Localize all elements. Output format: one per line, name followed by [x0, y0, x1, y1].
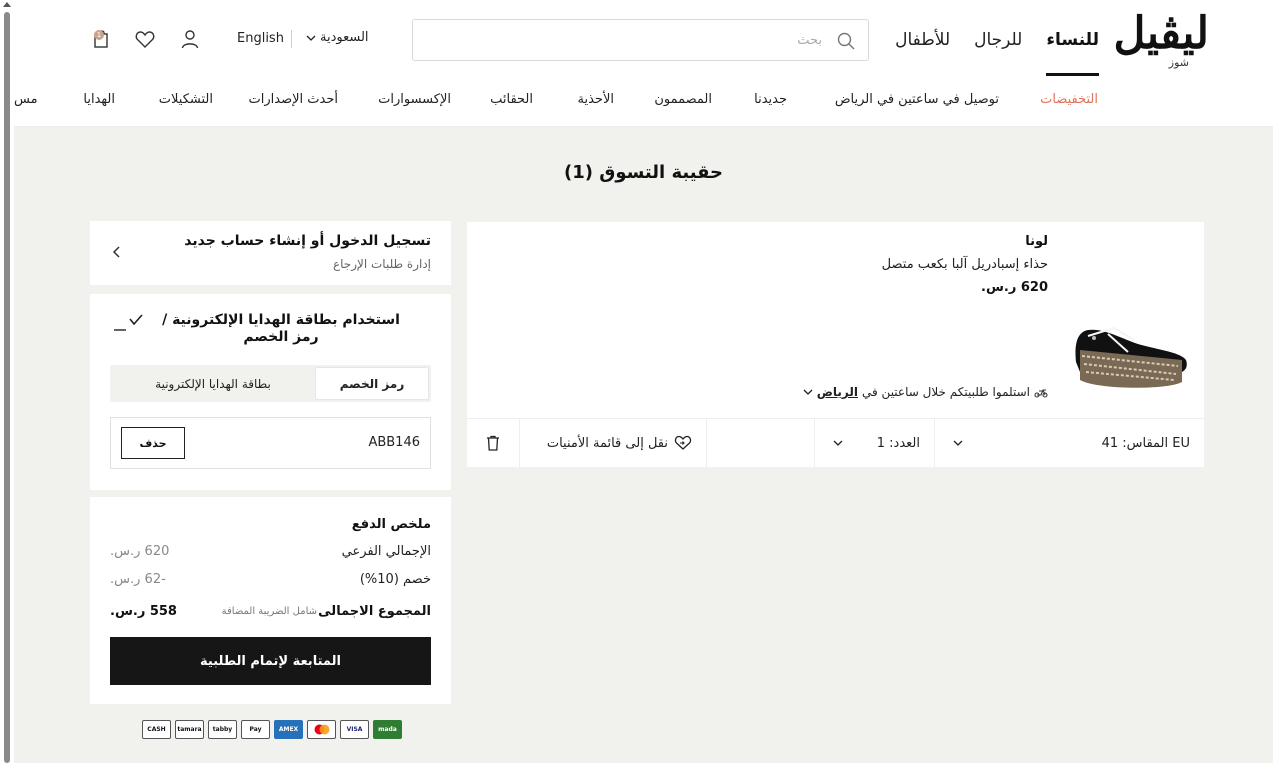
- trash-icon: [487, 435, 499, 451]
- delivery-scooter-icon: [1034, 389, 1048, 398]
- payment-methods: CASH tamara tabby Pay AMEX VISA mada: [142, 720, 402, 739]
- region-label: السعودية: [320, 30, 369, 45]
- login-title: تسجيل الدخول أو إنشاء حساب جديد: [184, 233, 431, 249]
- action-spacer: [706, 419, 814, 467]
- nav-designers[interactable]: المصممون: [654, 92, 712, 107]
- size-label: المقاس: 41 EU: [1101, 435, 1190, 451]
- gender-tabs: للنساء للرجال للأطفال: [895, 0, 1099, 80]
- login-subtitle: إدارة طلبات الإرجاع: [332, 257, 431, 271]
- search-icon[interactable]: [836, 31, 856, 51]
- nav-accessories[interactable]: الإكسسوارات: [378, 92, 451, 107]
- tax-note: شامل الضريبة المضافة: [221, 606, 317, 617]
- product-brand[interactable]: لونا: [882, 234, 1048, 249]
- cart-item-card: لونا حذاء إسبادريل آلبا بكعب متصل 620 ر.…: [467, 222, 1204, 418]
- subtotal-value: 620 ر.س.: [110, 544, 170, 559]
- nav-collections[interactable]: التشكيلات: [159, 92, 213, 107]
- language-switch[interactable]: English: [237, 31, 284, 46]
- nav-bags[interactable]: الحقائب: [490, 92, 533, 107]
- site-header: ليڤيل شوز للنساء للرجال للأطفال السعودية…: [14, 0, 1273, 80]
- apple-pay-icon: Pay: [241, 720, 270, 739]
- logo-text: ليڤيل: [1113, 8, 1210, 59]
- delivery-text: استلموا طلبيتكم خلال ساعتين في: [862, 385, 1030, 399]
- product-info: لونا حذاء إسبادريل آلبا بكعب متصل 620 ر.…: [882, 234, 1048, 295]
- tab-women[interactable]: للنساء: [1046, 0, 1099, 80]
- chevron-left-icon: [112, 246, 120, 258]
- nav-new[interactable]: جديدنا: [754, 92, 787, 107]
- cart-item-actions: المقاس: 41 EU العدد: 1 نقل إلى قائمة الأ…: [467, 418, 1204, 467]
- total-value: 558 ر.س.: [110, 604, 177, 619]
- quantity-selector[interactable]: العدد: 1: [814, 419, 934, 467]
- tab-men[interactable]: للرجال: [974, 0, 1022, 80]
- chevron-down-icon: [953, 440, 963, 446]
- mada-payment-icon: mada: [373, 720, 402, 739]
- logo-subtext: شوز: [1168, 56, 1189, 69]
- product-price: 620 ر.س.: [981, 280, 1048, 295]
- cart-count-badge: 1: [94, 30, 104, 40]
- mastercard-circles-icon: [314, 724, 329, 735]
- size-selector[interactable]: المقاس: 41 EU: [934, 419, 1204, 467]
- region-selector[interactable]: السعودية: [306, 30, 369, 45]
- discount-value: -62 ر.س.: [110, 572, 166, 587]
- remove-code-button[interactable]: حذف: [121, 427, 185, 459]
- page-title: حقيبة التسوق (1): [563, 162, 724, 183]
- brand-logo[interactable]: ليڤيل شوز: [1113, 8, 1210, 70]
- promo-tabs: رمز الخصم بطاقة الهدايا الإلكترونية: [110, 365, 431, 402]
- search-box: [412, 19, 869, 61]
- cash-payment-icon: CASH: [142, 720, 171, 739]
- move-to-wishlist-button[interactable]: نقل إلى قائمة الأمنيات: [519, 419, 706, 467]
- applied-code-row: ABB146 حذف: [110, 417, 431, 469]
- scrollbar-thumb[interactable]: [4, 12, 10, 763]
- delete-item-button[interactable]: [467, 419, 519, 467]
- discount-label: خصم (10%): [359, 572, 431, 587]
- nav-riyadh-delivery[interactable]: توصيل في ساعتين في الرياض: [835, 92, 999, 107]
- payment-summary-card: ملخص الدفع الإجمالي الفرعي 620 ر.س. خصم …: [90, 497, 451, 704]
- product-image[interactable]: [1058, 242, 1198, 412]
- promo-title[interactable]: استخدام بطاقة الهدايا الإلكترونية / رمز …: [151, 312, 411, 346]
- delivery-city-link[interactable]: الرياض: [817, 385, 858, 399]
- promo-card: استخدام بطاقة الهدايا الإلكترونية / رمز …: [90, 294, 451, 490]
- total-row: المجموع الاجمالى شامل الضريبة المضافة 55…: [110, 604, 431, 622]
- quantity-label: العدد: 1: [876, 435, 920, 451]
- total-label: المجموع الاجمالى: [318, 604, 431, 619]
- product-name[interactable]: حذاء إسبادريل آلبا بكعب متصل: [882, 257, 1048, 272]
- tab-kids[interactable]: للأطفال: [895, 0, 950, 80]
- cart-page: حقيبة التسوق (1) لونا حذاء إسبادريل آلبا…: [14, 127, 1273, 763]
- chevron-down-icon: [833, 440, 843, 446]
- nav-latest-releases[interactable]: أحدث الإصدارات: [249, 92, 338, 107]
- heart-move-icon: [674, 435, 692, 450]
- subtotal-label: الإجمالي الفرعي: [341, 544, 431, 559]
- discount-row: خصم (10%) -62 ر.س.: [110, 572, 431, 590]
- nav-sale[interactable]: التخفيضات: [1040, 92, 1098, 107]
- nav-gifts[interactable]: الهدايا: [83, 92, 115, 107]
- chevron-down-icon: [306, 35, 316, 41]
- move-to-wishlist-label: نقل إلى قائمة الأمنيات: [546, 435, 668, 451]
- check-collapse-icon[interactable]: [114, 314, 146, 332]
- login-card[interactable]: تسجيل الدخول أو إنشاء حساب جديد إدارة طل…: [90, 221, 451, 285]
- delivery-info: استلموا طلبيتكم خلال ساعتين في الرياض: [803, 385, 1048, 399]
- tab-gift-card[interactable]: بطاقة الهدايا الإلكترونية: [113, 368, 313, 399]
- amex-payment-icon: AMEX: [274, 720, 303, 739]
- nav-more[interactable]: مس: [14, 92, 38, 107]
- visa-payment-icon: VISA: [340, 720, 369, 739]
- subtotal-row: الإجمالي الفرعي 620 ر.س.: [110, 544, 431, 562]
- category-nav: التخفيضات توصيل في ساعتين في الرياض جديد…: [14, 80, 1273, 127]
- tamara-payment-icon: tamara: [175, 720, 204, 739]
- tabby-payment-icon: tabby: [208, 720, 237, 739]
- mastercard-payment-icon: [307, 720, 336, 739]
- scroll-up-arrow-icon[interactable]: [3, 2, 11, 7]
- summary-title: ملخص الدفع: [351, 517, 431, 532]
- search-input[interactable]: [442, 28, 822, 52]
- chevron-down-icon[interactable]: [803, 387, 813, 397]
- checkout-button[interactable]: المتابعة لإتمام الطلبية: [110, 637, 431, 685]
- header-divider: [291, 30, 292, 48]
- applied-code: ABB146: [368, 435, 420, 450]
- nav-shoes[interactable]: الأحذية: [578, 92, 614, 107]
- tab-discount-code[interactable]: رمز الخصم: [316, 368, 428, 399]
- heart-icon[interactable]: [134, 28, 156, 50]
- scrollbar[interactable]: [0, 0, 14, 763]
- user-icon[interactable]: [179, 28, 201, 50]
